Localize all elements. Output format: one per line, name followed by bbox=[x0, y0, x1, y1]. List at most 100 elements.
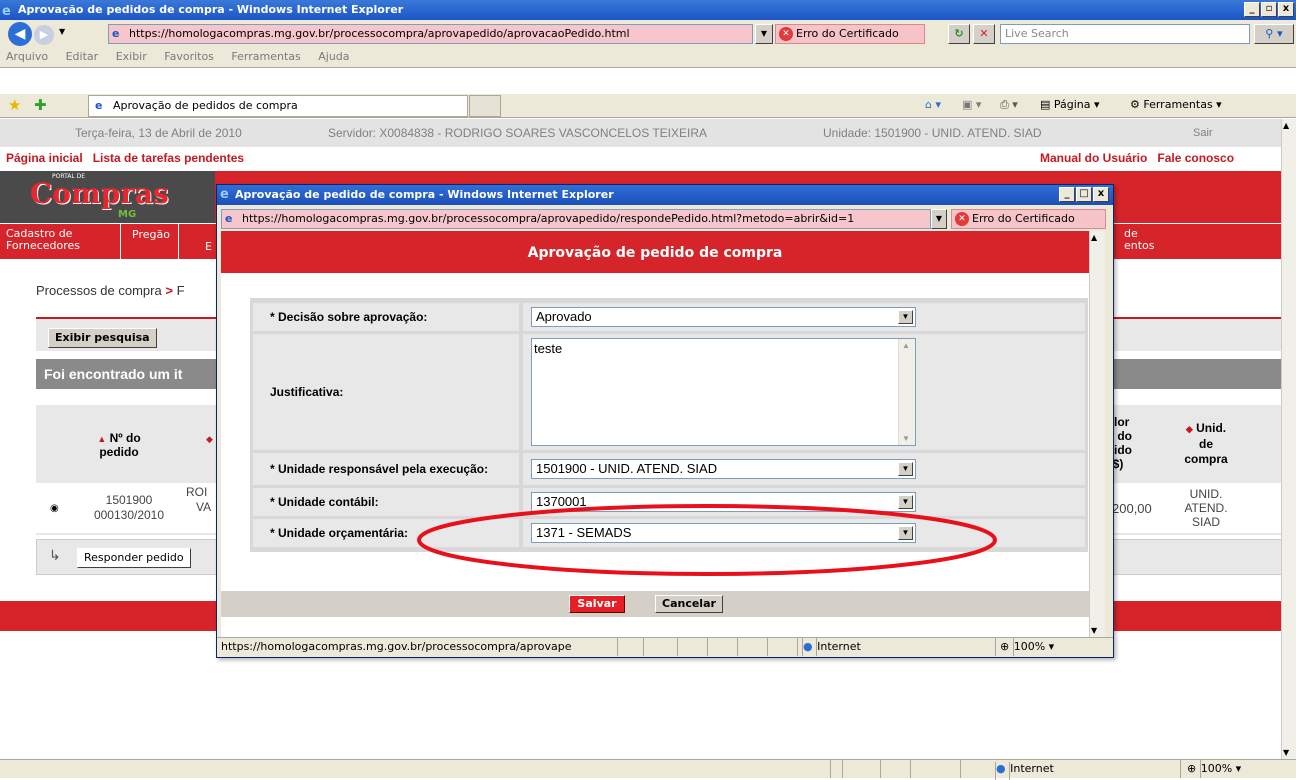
contact-link[interactable]: Fale conosco bbox=[1157, 151, 1234, 165]
row-name-2: VA bbox=[196, 500, 212, 514]
exec-unit-select[interactable]: 1501900 - UNID. ATEND. SIAD ▼ bbox=[531, 459, 916, 479]
popup-scroll-down-icon[interactable]: ▼ bbox=[1091, 626, 1097, 635]
maximize-button[interactable]: ▫ bbox=[1261, 2, 1277, 17]
tools-menu-label: Ferramentas bbox=[1143, 98, 1213, 111]
tools-menu[interactable]: ⚙ Ferramentas ▾ bbox=[1130, 98, 1222, 111]
row-unit-2: ATEND. bbox=[1184, 501, 1228, 515]
forward-button[interactable]: ▶ bbox=[34, 25, 54, 45]
exec-unit-row: * Unidade responsável pela execução: 150… bbox=[253, 453, 1088, 485]
page-icon: e bbox=[112, 27, 120, 40]
user-manual-link[interactable]: Manual do Usuário bbox=[1040, 151, 1147, 165]
server-user: Servidor: X0084838 - RODRIGO SOARES VASC… bbox=[328, 126, 708, 140]
address-bar[interactable]: e https://homologacompras.mg.gov.br/proc… bbox=[108, 24, 753, 44]
window-title: Aprovação de pedidos de compra - Windows… bbox=[18, 3, 404, 16]
cancel-button[interactable]: Cancelar bbox=[655, 595, 723, 613]
popup-address-text: https://homologacompras.mg.gov.br/proces… bbox=[242, 212, 855, 225]
decision-dropdown-icon[interactable]: ▼ bbox=[898, 310, 913, 324]
back-button[interactable]: ◀ bbox=[8, 22, 32, 46]
popup-zone: ● Internet bbox=[797, 638, 861, 656]
nav-truncated[interactable]: E bbox=[205, 240, 212, 253]
col-order-header[interactable]: ▲ Nº do pedido bbox=[64, 431, 174, 459]
print-icon[interactable]: ⎙ ▾ bbox=[1000, 98, 1018, 112]
popup-scroll-up-icon[interactable]: ▲ bbox=[1091, 233, 1097, 242]
logo-area: PORTAL DE Compras MG bbox=[0, 171, 215, 223]
justification-textarea[interactable]: teste ▲ ▼ bbox=[531, 338, 916, 446]
refresh-button[interactable]: ↻ bbox=[948, 24, 970, 44]
textarea-scrollbar[interactable]: ▲ ▼ bbox=[898, 339, 915, 445]
scroll-up-icon[interactable]: ▲ bbox=[1283, 121, 1289, 130]
nav-pregao[interactable]: Pregão bbox=[132, 228, 170, 241]
decision-row: * Decisão sobre aprovação: Aprovado ▼ bbox=[253, 303, 1088, 331]
exec-unit-dropdown-icon[interactable]: ▼ bbox=[898, 462, 913, 476]
popup-page-icon: e bbox=[225, 212, 233, 225]
favorites-star-icon[interactable]: ★ bbox=[8, 96, 21, 114]
popup-cert-error[interactable]: ✕ Erro do Certificado bbox=[951, 209, 1106, 229]
logo-mg: MG bbox=[118, 209, 137, 220]
search-input[interactable]: Live Search bbox=[1000, 24, 1250, 44]
respond-order-button[interactable]: Responder pedido bbox=[77, 548, 191, 568]
address-dropdown-icon[interactable]: ▼ bbox=[755, 24, 773, 44]
popup-maximize-button[interactable]: □ bbox=[1076, 187, 1092, 202]
popup-status-bar: https://homologacompras.mg.gov.br/proces… bbox=[217, 637, 1113, 657]
col-unit-header[interactable]: ◆ Unid. de compra bbox=[1176, 421, 1236, 467]
nav-right[interactable]: de entos bbox=[1124, 228, 1155, 252]
menu-editar[interactable]: Editar bbox=[66, 50, 99, 63]
stop-button[interactable]: ✕ bbox=[973, 24, 995, 44]
arrow-corner-icon: ↳ bbox=[49, 548, 61, 564]
popup-zoom[interactable]: ⊕ 100% ▾ bbox=[995, 638, 1054, 656]
breadcrumb-processos[interactable]: Processos de compra bbox=[36, 283, 162, 298]
feeds-icon[interactable]: ▣ ▾ bbox=[962, 98, 981, 111]
popup-status-url: https://homologacompras.mg.gov.br/proces… bbox=[221, 640, 572, 653]
col-unit-h2: de bbox=[1198, 437, 1213, 451]
current-date: Terça-feira, 13 de Abril de 2010 bbox=[75, 126, 242, 140]
add-favorites-icon[interactable]: ✚ bbox=[34, 96, 47, 114]
justification-row: Justificativa: teste ▲ ▼ bbox=[253, 334, 1088, 450]
history-dropdown-icon[interactable]: ▼ bbox=[59, 27, 65, 36]
results-table: ▲ Nº do pedido ◆ ◉ 1501900 000130/2010 R… bbox=[36, 405, 221, 535]
scroll-down-icon[interactable]: ▼ bbox=[1283, 748, 1289, 757]
save-button[interactable]: Salvar bbox=[569, 595, 625, 613]
sort-icon[interactable]: ◆ bbox=[206, 435, 213, 445]
popup-header: Aprovação de pedido de compra bbox=[221, 231, 1089, 273]
tab-current[interactable]: e Aprovação de pedidos de compra bbox=[88, 95, 468, 117]
search-icon[interactable]: ⚲ ▾ bbox=[1254, 24, 1294, 44]
popup-scrollbar[interactable]: ▲ ▼ bbox=[1089, 231, 1105, 637]
popup-address-dropdown[interactable]: ▼ bbox=[931, 209, 947, 229]
nav-cadastro[interactable]: Cadastro de Fornecedores bbox=[6, 228, 80, 252]
certificate-error[interactable]: ✕ Erro do Certificado bbox=[775, 24, 925, 44]
action-bar: ↳ Responder pedido bbox=[36, 539, 221, 575]
main-zoom[interactable]: ⊕ 100% ▾ bbox=[1180, 760, 1290, 778]
popup-zone-text: Internet bbox=[816, 638, 861, 656]
col-unit-h1: Unid. bbox=[1196, 421, 1227, 435]
logout-link[interactable]: Sair bbox=[1193, 119, 1213, 147]
main-zone: ● Internet bbox=[995, 762, 1054, 780]
row-total: 200,00 bbox=[1112, 501, 1152, 516]
menu-ferramentas[interactable]: Ferramentas bbox=[231, 50, 300, 63]
breadcrumb-next[interactable]: F bbox=[177, 283, 185, 298]
home-icon[interactable]: ⌂ ▾ bbox=[925, 98, 941, 111]
popup-address-bar[interactable]: e https://homologacompras.mg.gov.br/proc… bbox=[221, 209, 931, 229]
menu-ajuda[interactable]: Ajuda bbox=[318, 50, 349, 63]
main-scrollbar[interactable]: ▲ ▼ bbox=[1281, 119, 1296, 759]
menu-exibir[interactable]: Exibir bbox=[116, 50, 147, 63]
close-button[interactable]: x bbox=[1278, 2, 1294, 17]
pending-tasks-link[interactable]: Lista de tarefas pendentes bbox=[93, 151, 244, 165]
decision-select[interactable]: Aprovado ▼ bbox=[531, 307, 916, 327]
new-tab-button[interactable] bbox=[469, 95, 501, 117]
minimize-button[interactable]: _ bbox=[1244, 2, 1260, 17]
show-search-button[interactable]: Exibir pesquisa bbox=[48, 328, 157, 348]
menu-favoritos[interactable]: Favoritos bbox=[164, 50, 214, 63]
home-link[interactable]: Página inicial bbox=[6, 151, 83, 165]
nav-cadastro-line2: Fornecedores bbox=[6, 239, 81, 252]
page-menu[interactable]: ▤ Página ▾ bbox=[1040, 98, 1100, 111]
textarea-scroll-up-icon[interactable]: ▲ bbox=[902, 341, 910, 350]
popup-minimize-button[interactable]: _ bbox=[1059, 187, 1075, 202]
menu-arquivo[interactable]: Arquivo bbox=[6, 50, 48, 63]
compras-logo: Compras bbox=[30, 177, 169, 210]
decision-value: Aprovado bbox=[536, 309, 592, 324]
textarea-scroll-down-icon[interactable]: ▼ bbox=[902, 434, 910, 443]
popup-close-button[interactable]: x bbox=[1093, 187, 1109, 202]
row-radio[interactable]: ◉ bbox=[50, 503, 59, 514]
popup-cert-error-text: Erro do Certificado bbox=[972, 212, 1075, 225]
justification-value: teste bbox=[534, 341, 563, 356]
